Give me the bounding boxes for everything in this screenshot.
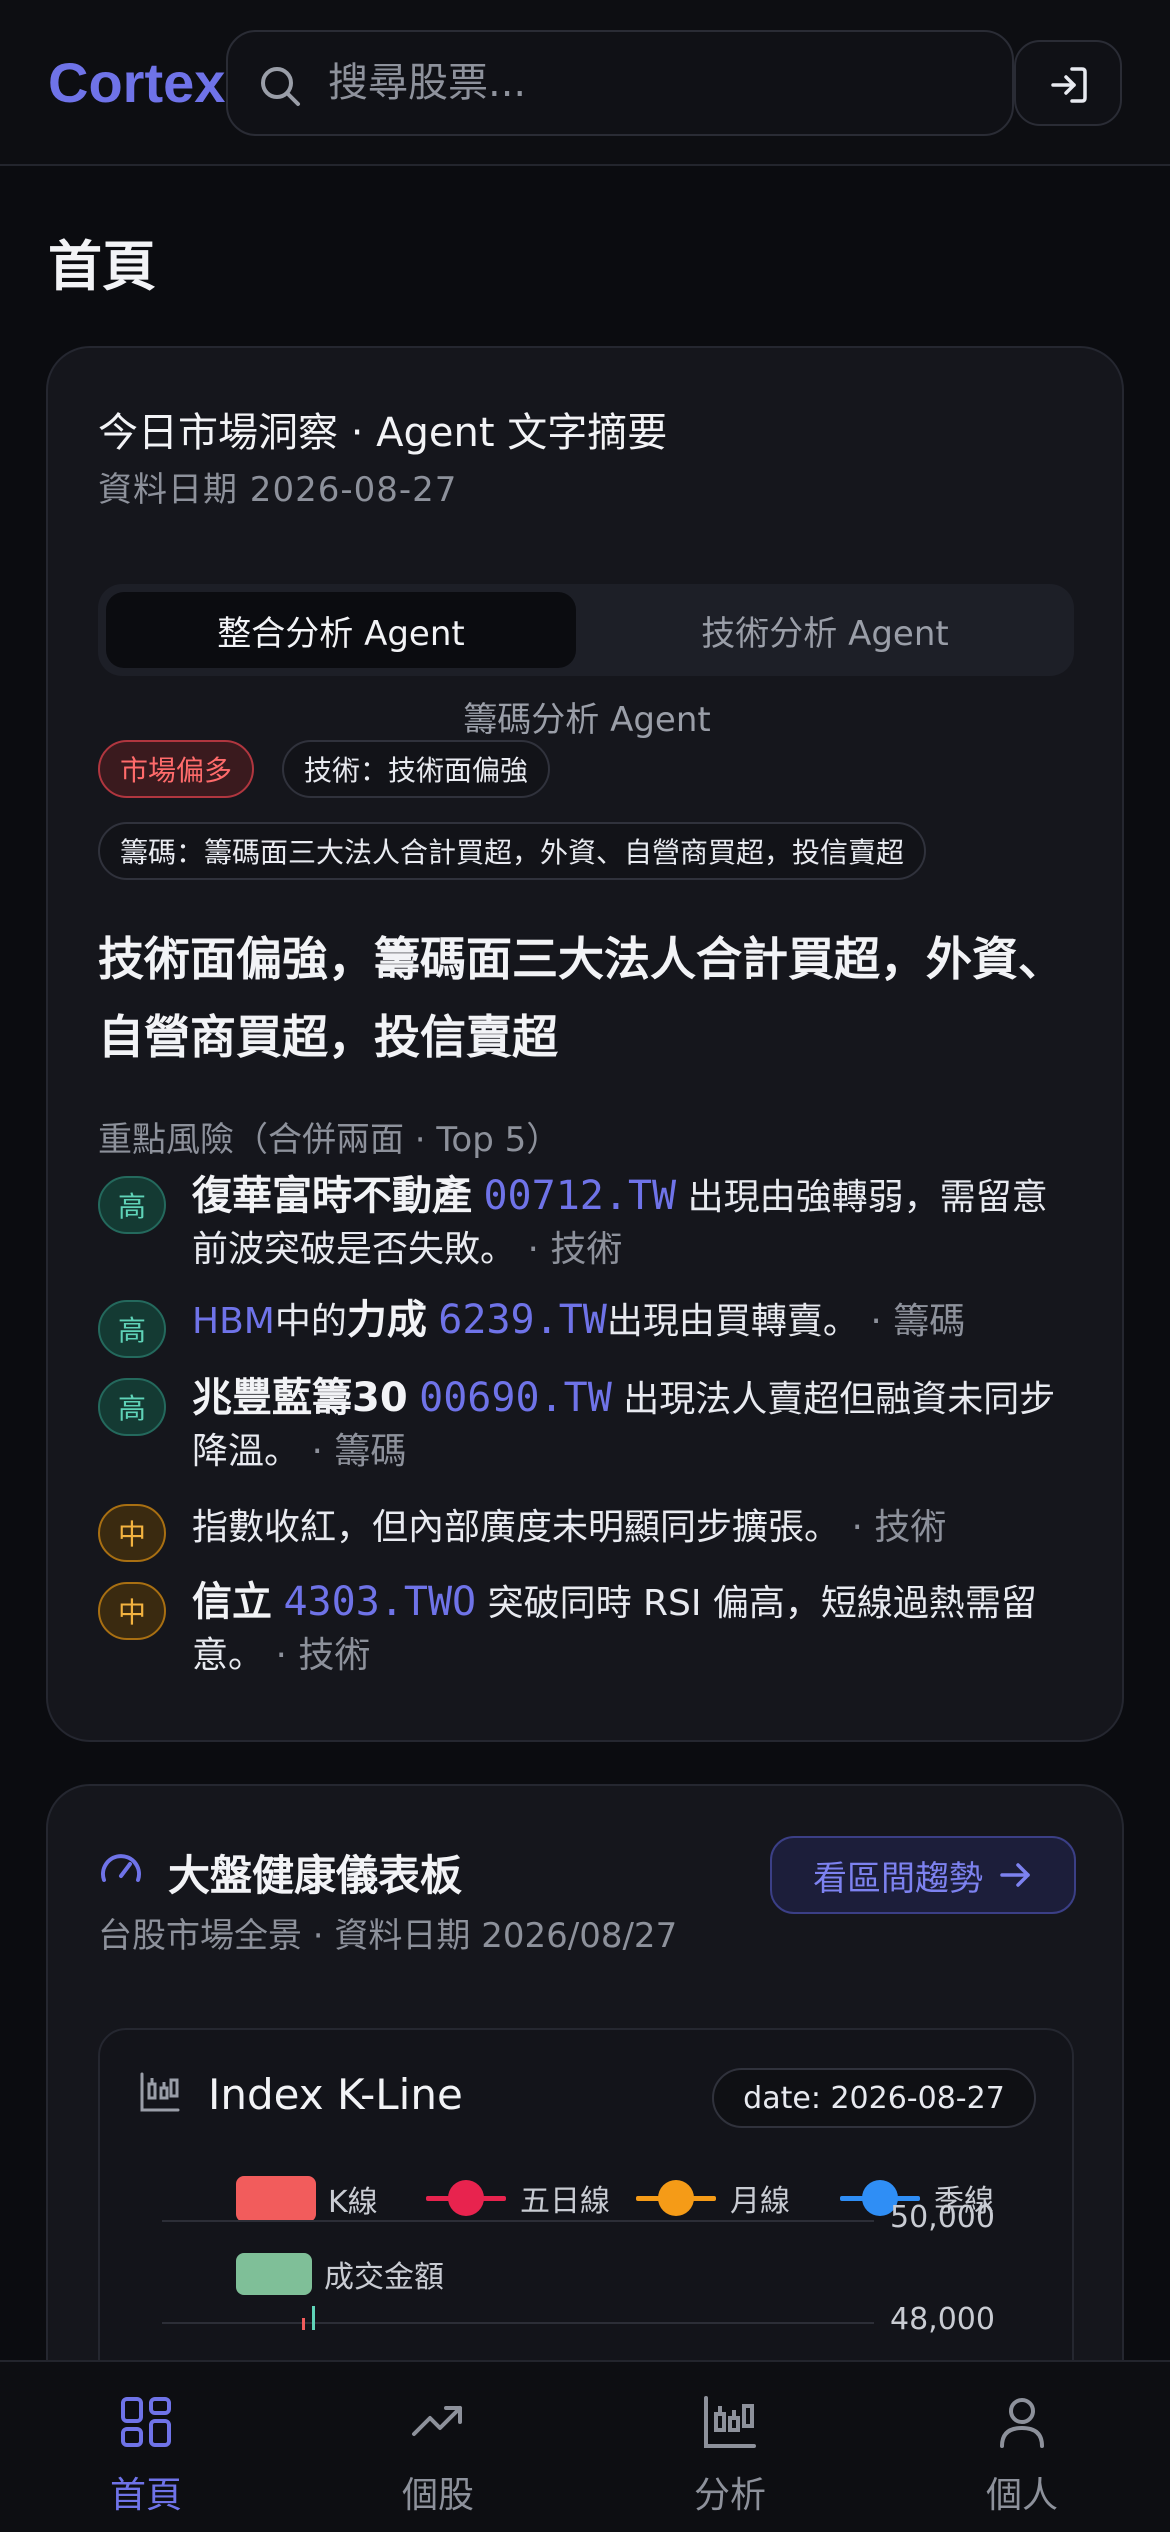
nav-home[interactable]: 首頁	[0, 2362, 292, 2532]
risk-text: HBM中的力成 6239.TW出現由買轉賣。 · 籌碼	[192, 1294, 1072, 1348]
legend-k-line[interactable]: K線	[236, 2176, 378, 2222]
search-icon	[261, 67, 300, 106]
legend-month[interactable]: 月線	[636, 2176, 790, 2220]
volume-swatch	[236, 2253, 312, 2295]
search-box[interactable]	[226, 30, 1014, 136]
tab-integrated-agent[interactable]: 整合分析 Agent	[106, 592, 576, 668]
risk-level-badge: 中	[98, 1582, 166, 1640]
risk-level-badge: 高	[98, 1300, 166, 1358]
sentiment-badge: 市場偏多	[98, 740, 255, 798]
nav-profile[interactable]: 個人	[876, 2362, 1168, 2532]
legend-label: 成交金額	[324, 2260, 444, 2295]
risk-tag: · 技術	[851, 1507, 947, 1548]
market-insight-card: 今日市場洞察 · Agent 文字摘要 資料日期 2026-08-27 整合分析…	[46, 346, 1124, 1742]
technical-badge: 技術：技術面偏強	[282, 740, 551, 798]
agent-tabs: 整合分析 Agent 技術分析 Agent	[98, 584, 1074, 676]
tab-chip-agent[interactable]: 籌碼分析 Agent	[48, 692, 1126, 741]
nav-label: 首頁	[109, 2475, 182, 2516]
user-icon	[1000, 2398, 1044, 2448]
insight-title: 今日市場洞察 · Agent 文字摘要	[98, 410, 668, 456]
legend-label: 月線	[730, 2184, 790, 2219]
risk-level-badge: 中	[98, 1504, 166, 1562]
legend-volume[interactable]: 成交金額	[236, 2252, 444, 2296]
risk-ticker[interactable]: 6239.TW	[438, 1297, 607, 1343]
nav-analysis[interactable]: 分析	[584, 2362, 876, 2532]
risk-description: 指數收紅，但內部廣度未明顯同步擴張。	[192, 1507, 841, 1548]
risk-stock-name: 復華富時不動產	[192, 1173, 472, 1219]
arrow-right-icon	[1000, 1863, 1030, 1887]
candle-wick	[312, 2306, 315, 2330]
risk-level-badge: 高	[98, 1176, 166, 1234]
trend-icon	[412, 2406, 462, 2436]
risk-tag: · 技術	[527, 1229, 623, 1270]
top-bar: Cortex	[0, 0, 1170, 166]
legend-label: K線	[328, 2185, 378, 2220]
risk-mid: 中的	[274, 1301, 347, 1342]
risk-description: 出現由買轉賣。	[606, 1301, 859, 1342]
grid-line	[162, 2220, 874, 2222]
legend-ma5[interactable]: 五日線	[426, 2176, 610, 2220]
risk-tag: · 籌碼	[870, 1301, 966, 1342]
kline-date-pill[interactable]: date: 2026-08-27	[712, 2068, 1036, 2128]
risk-level-badge: 高	[98, 1378, 166, 1436]
nav-label: 個人	[985, 2475, 1058, 2516]
risk-text: 指數收紅，但內部廣度未明顯同步擴張。 · 技術	[192, 1502, 1072, 1554]
candle-wick	[302, 2318, 305, 2330]
risk-stock-name: 兆豐藍籌30	[192, 1375, 408, 1421]
risk-tag: · 籌碼	[311, 1431, 407, 1472]
risk-ticker[interactable]: 00690.TW	[419, 1375, 612, 1421]
bottom-navigation: 首頁 個股 分析 個人	[0, 2360, 1170, 2532]
risk-stock-name: 力成	[346, 1297, 427, 1343]
login-icon	[1051, 67, 1087, 103]
risk-text: 復華富時不動產 00712.TW 出現由強轉弱，需留意前波突破是否失敗。 · 技…	[192, 1170, 1072, 1276]
app-logo[interactable]: Cortex	[48, 50, 225, 115]
nav-label: 個股	[401, 2475, 474, 2516]
dashboard-title: 大盤健康儀表板	[168, 1851, 463, 1900]
legend-label: 五日線	[520, 2184, 610, 2219]
risk-ticker[interactable]: 00712.TW	[483, 1173, 676, 1219]
risk-section-label: 重點風險（合併兩面 · Top 5）	[98, 1120, 561, 1160]
nav-stocks[interactable]: 個股	[292, 2362, 584, 2532]
grid-line	[162, 2322, 874, 2324]
y-tick-label: 48,000	[890, 2302, 995, 2337]
risk-text: 信立 4303.TWO 突破同時 RSI 偏高，短線過熱需留意。 · 技術	[192, 1576, 1072, 1682]
insight-headline: 技術面偏強，籌碼面三大法人合計買超，外資、自營商買超，投信賣超	[98, 932, 1064, 1064]
risk-text: 兆豐藍籌30 00690.TW 出現法人賣超但融資未同步降溫。 · 籌碼	[192, 1372, 1072, 1478]
login-button[interactable]	[1014, 40, 1122, 126]
insight-date: 資料日期 2026-08-27	[98, 470, 458, 510]
y-tick-label: 50,000	[890, 2200, 995, 2235]
candlestick-icon	[140, 2072, 180, 2112]
chip-badge: 籌碼：籌碼面三大法人合計買超，外資、自營商買超，投信賣超	[98, 822, 927, 880]
risk-ticker[interactable]: 4303.TWO	[283, 1579, 476, 1625]
month-swatch	[636, 2178, 716, 2218]
ma5-swatch	[426, 2178, 506, 2218]
nav-label: 分析	[693, 2475, 766, 2516]
kline-title: Index K-Line	[208, 2070, 463, 2119]
risk-tag: · 技術	[275, 1635, 371, 1676]
risk-prefix: HBM	[192, 1301, 275, 1342]
gauge-icon	[101, 1854, 141, 1882]
view-trend-button[interactable]: 看區間趨勢	[770, 1836, 1076, 1914]
view-trend-label: 看區間趨勢	[813, 1858, 983, 1899]
search-input[interactable]	[328, 32, 988, 134]
k-line-swatch	[236, 2176, 316, 2222]
dashboard-subtitle: 台股市場全景 · 資料日期 2026/08/27	[98, 1916, 678, 1956]
tab-technical-agent[interactable]: 技術分析 Agent	[582, 592, 1068, 668]
grid-icon	[121, 2397, 171, 2447]
candlestick-icon	[704, 2396, 756, 2448]
risk-stock-name: 信立	[192, 1579, 272, 1625]
page-title: 首頁	[48, 235, 156, 298]
